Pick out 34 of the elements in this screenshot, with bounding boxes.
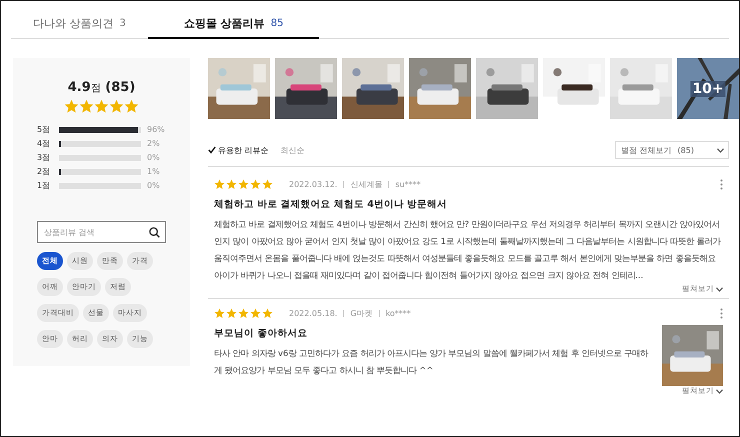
check-icon [208, 146, 216, 154]
average-score: 4.9점 (85) [66, 80, 136, 95]
review-mall: G마켓 [350, 308, 373, 319]
rating-label: 5점 [37, 124, 52, 135]
rating-label: 4점 [37, 138, 52, 149]
more-photos-count[interactable]: 10+ [690, 80, 726, 96]
tab[interactable]: 쇼핑몰 상품리뷰 85 [148, 9, 320, 39]
search-field[interactable]: 상품리뷰 검색 [37, 221, 166, 243]
rating-filter-dropdown[interactable]: 별점 전체보기 (85) [615, 141, 729, 159]
review-mall: 신세계몰 [350, 179, 382, 190]
review-user: ko**** [386, 309, 411, 318]
rating-label: 3점 [37, 152, 52, 163]
rating-percent: 0% [147, 181, 160, 190]
review-user: su**** [395, 180, 421, 189]
rating-percent: 2% [147, 139, 160, 148]
search-icon[interactable] [149, 226, 160, 238]
review-text: 체험하고 바로 결제했어요 체험도 4번이나 방문해서 간신히 했어요 만? 만원이더라구요 우선 저의경우 허리부터 목까지 오랜시간 앉아있어서인지 많이 아팠어요 많아 굳어서 인지 첫날 많이 아팠어요 강도 1로 시작했는데 둘째날까지했는데 그 다음날부터는 시원합니다 따뜻한 롤러가 움직여주면서 온몸을 풀어줍니다 배에 얹는것도 따뜻해서 여성분들테 좋을듯해요 모드를 골고루 해서 본인에게 맞는부분을 하면 좋을듯해요 아이가 바퀴가 나오니 접을때 재미있다며 같이 접어줍니다 힘이전혀 들어가지 않아요 접으면 크지 않아요 전혀 인테리... [214, 218, 722, 282]
caret-icon [716, 388, 723, 394]
more-options-icon[interactable] [720, 179, 723, 190]
rating-percent: 1% [147, 167, 160, 176]
review-date: 2022.03.12. [289, 180, 338, 189]
caret-icon [716, 286, 723, 292]
rating-label: 2점 [37, 166, 52, 177]
rating-label: 1점 [37, 180, 52, 191]
rating-percent: 0% [147, 153, 160, 162]
review-title: 부모님이 좋아하서요 [214, 327, 308, 340]
review-text: 타사 안마 의자랑 v6랑 고민하다가 요즘 허리가 아프시다는 양가 부모님의 말씀에 웰카페가서 체험 후 인터넷으로 구매하게 됐어요양가 부모님 모두 좋다고 하시니 참 뿌듯합니다 ^^ [214, 347, 650, 377]
review-title: 체험하고 바로 결제했어요 체험도 4번이나 방문해서 [214, 198, 448, 211]
review-date: 2022.05.18. [289, 309, 338, 318]
rating-percent: 96% [147, 125, 165, 134]
tab[interactable]: 다나와 상품의견 3 [11, 9, 148, 39]
more-options-icon[interactable] [720, 308, 723, 319]
caret-icon [717, 148, 724, 152]
sort-option[interactable]: 유용한 리뷰순 [208, 144, 269, 156]
